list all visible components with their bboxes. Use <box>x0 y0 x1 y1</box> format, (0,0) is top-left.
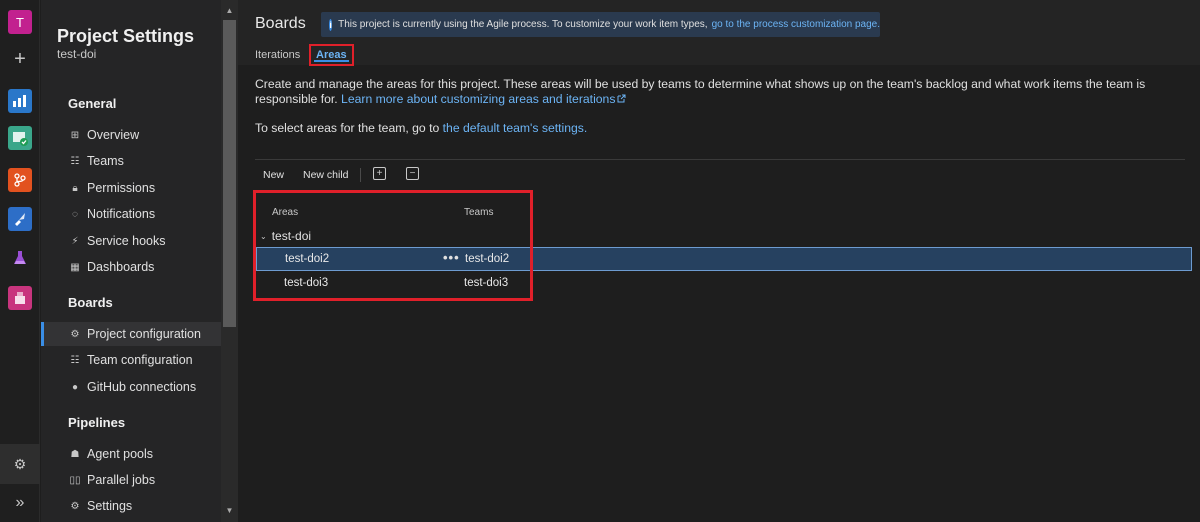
column-header-areas[interactable]: Areas <box>272 207 298 218</box>
section-pipelines: Pipelines <box>68 415 126 430</box>
sidebar-item-team-configuration[interactable]: ☷ Team configuration <box>41 348 221 372</box>
table-row[interactable]: test-doi3 test-doi3 <box>256 272 1192 296</box>
team-config-icon: ☷ <box>70 354 80 366</box>
scroll-down-icon[interactable]: ▼ <box>221 503 238 519</box>
table-row[interactable]: test-doi2 ••• test-doi2 <box>256 247 1192 271</box>
areas-description: Create and manage the areas for this pro… <box>255 77 1146 106</box>
chevron-down-icon[interactable]: ⌄ <box>260 232 267 241</box>
tree-root-node[interactable]: ⌄ test-doi <box>260 229 311 243</box>
overview-icon[interactable] <box>8 89 32 113</box>
sidebar-item-agent-pools[interactable]: ☗ Agent pools <box>41 442 221 466</box>
area-cell: test-doi2 <box>285 253 330 265</box>
section-boards: Boards <box>68 295 113 310</box>
area-cell: test-doi3 <box>284 277 329 289</box>
sidebar-item-teams[interactable]: ☷ Teams <box>41 149 221 173</box>
chat-icon: ◌ <box>72 208 78 220</box>
column-header-teams[interactable]: Teams <box>464 207 493 218</box>
more-actions-icon[interactable]: ••• <box>443 250 460 265</box>
sidebar-item-notifications[interactable]: ◌ Notifications <box>41 202 221 226</box>
team-cell: test-doi2 <box>465 253 510 265</box>
repos-icon[interactable] <box>8 168 32 192</box>
toolbar-separator <box>360 168 361 182</box>
sidebar-item-parallel-jobs[interactable]: ▯▯ Parallel jobs <box>41 468 221 492</box>
grid-icon: ⊞ <box>70 129 80 141</box>
sidebar-item-settings[interactable]: ⚙ Settings <box>41 494 221 518</box>
sidebar-scrollbar[interactable]: ▲ ▼ <box>221 0 238 522</box>
page-title: Boards <box>255 15 306 32</box>
pipelines-icon[interactable] <box>8 207 32 231</box>
new-button[interactable]: New <box>263 167 284 183</box>
add-icon[interactable]: + <box>8 47 32 71</box>
test-plans-icon[interactable] <box>8 246 32 270</box>
sidebar-item-overview[interactable]: ⊞ Overview <box>41 123 221 147</box>
gear-icon[interactable]: ⚙ <box>0 444 40 484</box>
section-general: General <box>68 96 117 111</box>
team-cell: test-doi3 <box>464 277 509 289</box>
sidebar-title: Project Settings <box>57 26 195 46</box>
hook-icon: ⚡︎ <box>71 235 79 247</box>
project-avatar[interactable]: T <box>8 10 32 34</box>
parallel-icon: ▯▯ <box>69 474 81 486</box>
app-rail: T + ⚙ » <box>0 0 40 522</box>
github-icon: ● <box>71 381 79 393</box>
banner-text: This project is currently using the Agil… <box>338 19 708 30</box>
scroll-up-icon[interactable]: ▲ <box>221 3 238 19</box>
sidebar-item-permissions[interactable]: 🔒︎ Permissions <box>41 176 221 200</box>
divider <box>255 159 1185 160</box>
info-banner: i This project is currently using the Ag… <box>321 12 880 37</box>
tab-iterations[interactable]: Iterations <box>255 44 300 66</box>
select-areas-text: To select areas for the team, go to the … <box>255 121 588 135</box>
main-panel: Boards i This project is currently using… <box>238 0 1200 522</box>
learn-more-link[interactable]: Learn more about customizing areas and i… <box>341 92 626 106</box>
double-chevron-right-icon[interactable]: » <box>0 488 40 518</box>
sidebar-item-github-connections[interactable]: ● GitHub connections <box>41 375 221 399</box>
agent-icon: ☗ <box>70 448 80 460</box>
config-icon: ⚙ <box>70 328 80 340</box>
collapse-all-icon[interactable]: − <box>406 167 419 180</box>
process-customization-link[interactable]: go to the process customization page. <box>712 19 880 30</box>
sidebar-item-dashboards[interactable]: ▦ Dashboards <box>41 255 221 279</box>
settings-sidebar: Project Settings test-doi General ⊞ Overv… <box>41 0 221 522</box>
sidebar-item-service-hooks[interactable]: ⚡︎ Service hooks <box>41 229 221 253</box>
project-name: test-doi <box>57 47 97 61</box>
boards-icon[interactable] <box>8 126 32 150</box>
lock-icon: 🔒︎ <box>72 182 78 194</box>
gear-icon: ⚙ <box>70 500 80 512</box>
page-header: Boards i This project is currently using… <box>238 0 1200 66</box>
tab-areas[interactable]: Areas <box>309 44 354 66</box>
default-team-settings-link[interactable]: the default team's settings. <box>443 121 588 135</box>
artifacts-icon[interactable] <box>8 286 32 310</box>
info-icon: i <box>329 18 333 31</box>
external-link-icon <box>617 94 626 103</box>
people-icon: ☷ <box>70 155 80 167</box>
scrollbar-thumb[interactable] <box>223 20 236 327</box>
expand-all-icon[interactable]: + <box>373 167 386 180</box>
dashboard-icon: ▦ <box>70 261 80 273</box>
sidebar-item-project-configuration[interactable]: ⚙ Project configuration <box>41 322 221 346</box>
new-child-button[interactable]: New child <box>303 167 349 183</box>
